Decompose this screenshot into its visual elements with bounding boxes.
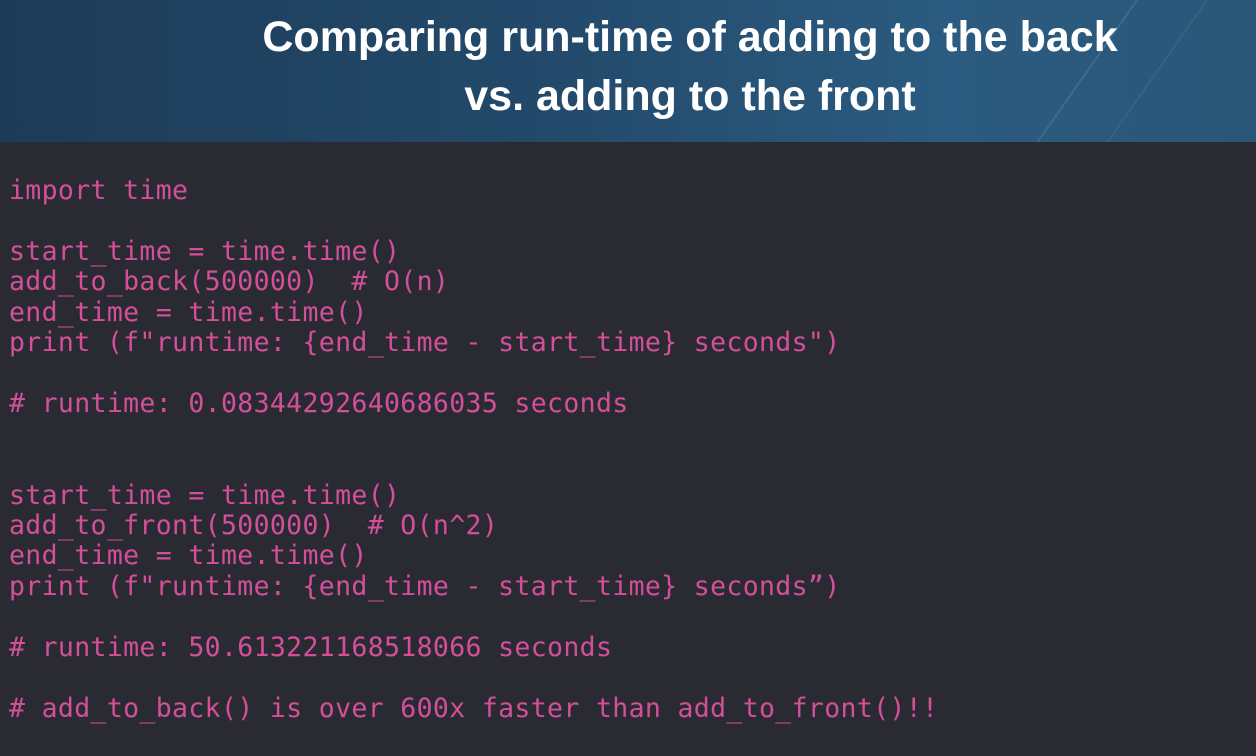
code-line-print-2: print (f"runtime: {end_time - start_time…: [9, 571, 841, 602]
code-line-start-time-1: start_time = time.time(): [9, 236, 401, 267]
slide-header: Comparing run-time of adding to the back…: [0, 0, 1256, 142]
code-line-end-time-1: end_time = time.time(): [9, 297, 368, 328]
code-line-import: import time: [9, 175, 189, 206]
code-comment-runtime-1: # runtime: 0.08344292640686035 seconds: [9, 388, 629, 419]
code-line-add-to-front: add_to_front(500000) # O(n^2): [9, 510, 499, 541]
slide-title-line-1: Comparing run-time of adding to the back: [262, 13, 1118, 61]
code-line-end-time-2: end_time = time.time(): [9, 540, 368, 571]
code-block: import time start_time = time.time() add…: [9, 0, 938, 724]
slide-title-line-2: vs. adding to the front: [464, 72, 916, 120]
code-line-start-time-2: start_time = time.time(): [9, 480, 401, 511]
code-line-add-to-back: add_to_back(500000) # O(n): [9, 266, 450, 297]
code-comment-conclusion: # add_to_back() is over 600x faster than…: [9, 693, 939, 724]
code-comment-runtime-2: # runtime: 50.613221168518066 seconds: [9, 632, 613, 663]
code-line-print-1: print (f"runtime: {end_time - start_time…: [9, 327, 841, 358]
